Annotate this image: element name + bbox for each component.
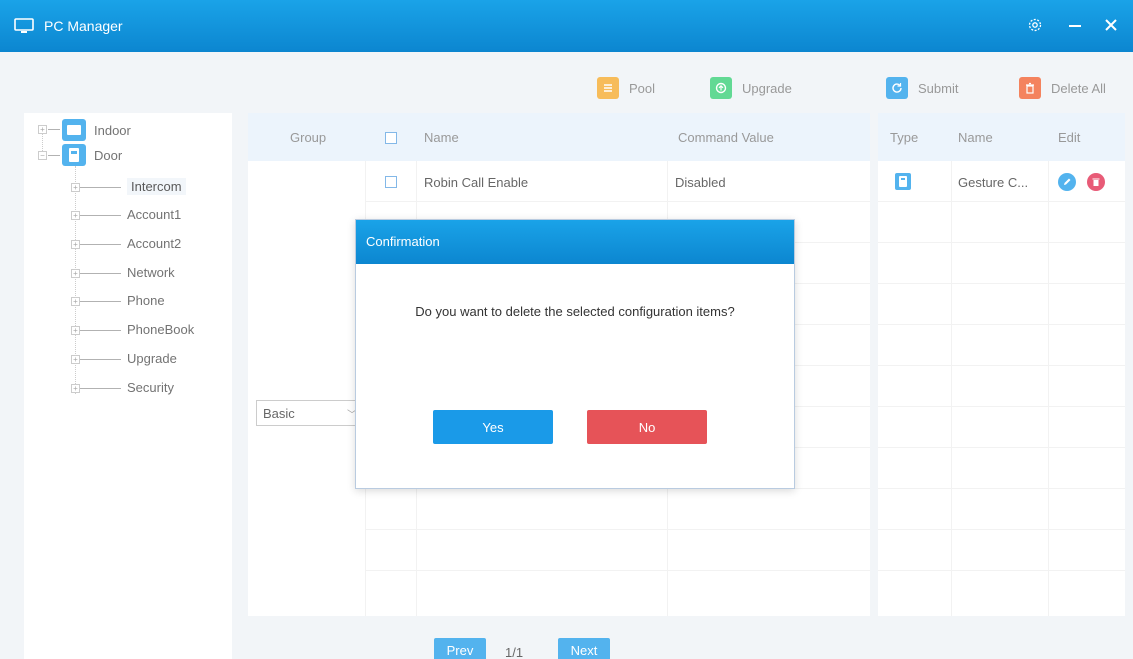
- gear-icon: [1028, 18, 1042, 32]
- settings-button[interactable]: [1024, 14, 1046, 36]
- app-logo-icon: [14, 18, 34, 33]
- minimize-icon: [1069, 25, 1081, 27]
- close-icon: [1105, 19, 1117, 31]
- confirmation-dialog: Confirmation Do you want to delete the s…: [355, 219, 795, 489]
- yes-button[interactable]: Yes: [433, 410, 553, 444]
- minimize-button[interactable]: [1064, 14, 1086, 36]
- dialog-title: Confirmation: [356, 220, 794, 264]
- close-button[interactable]: [1100, 14, 1122, 36]
- no-button[interactable]: No: [587, 410, 707, 444]
- dialog-message: Do you want to delete the selected confi…: [415, 304, 735, 319]
- window-title: PC Manager: [44, 18, 123, 34]
- title-bar: PC Manager: [0, 0, 1133, 52]
